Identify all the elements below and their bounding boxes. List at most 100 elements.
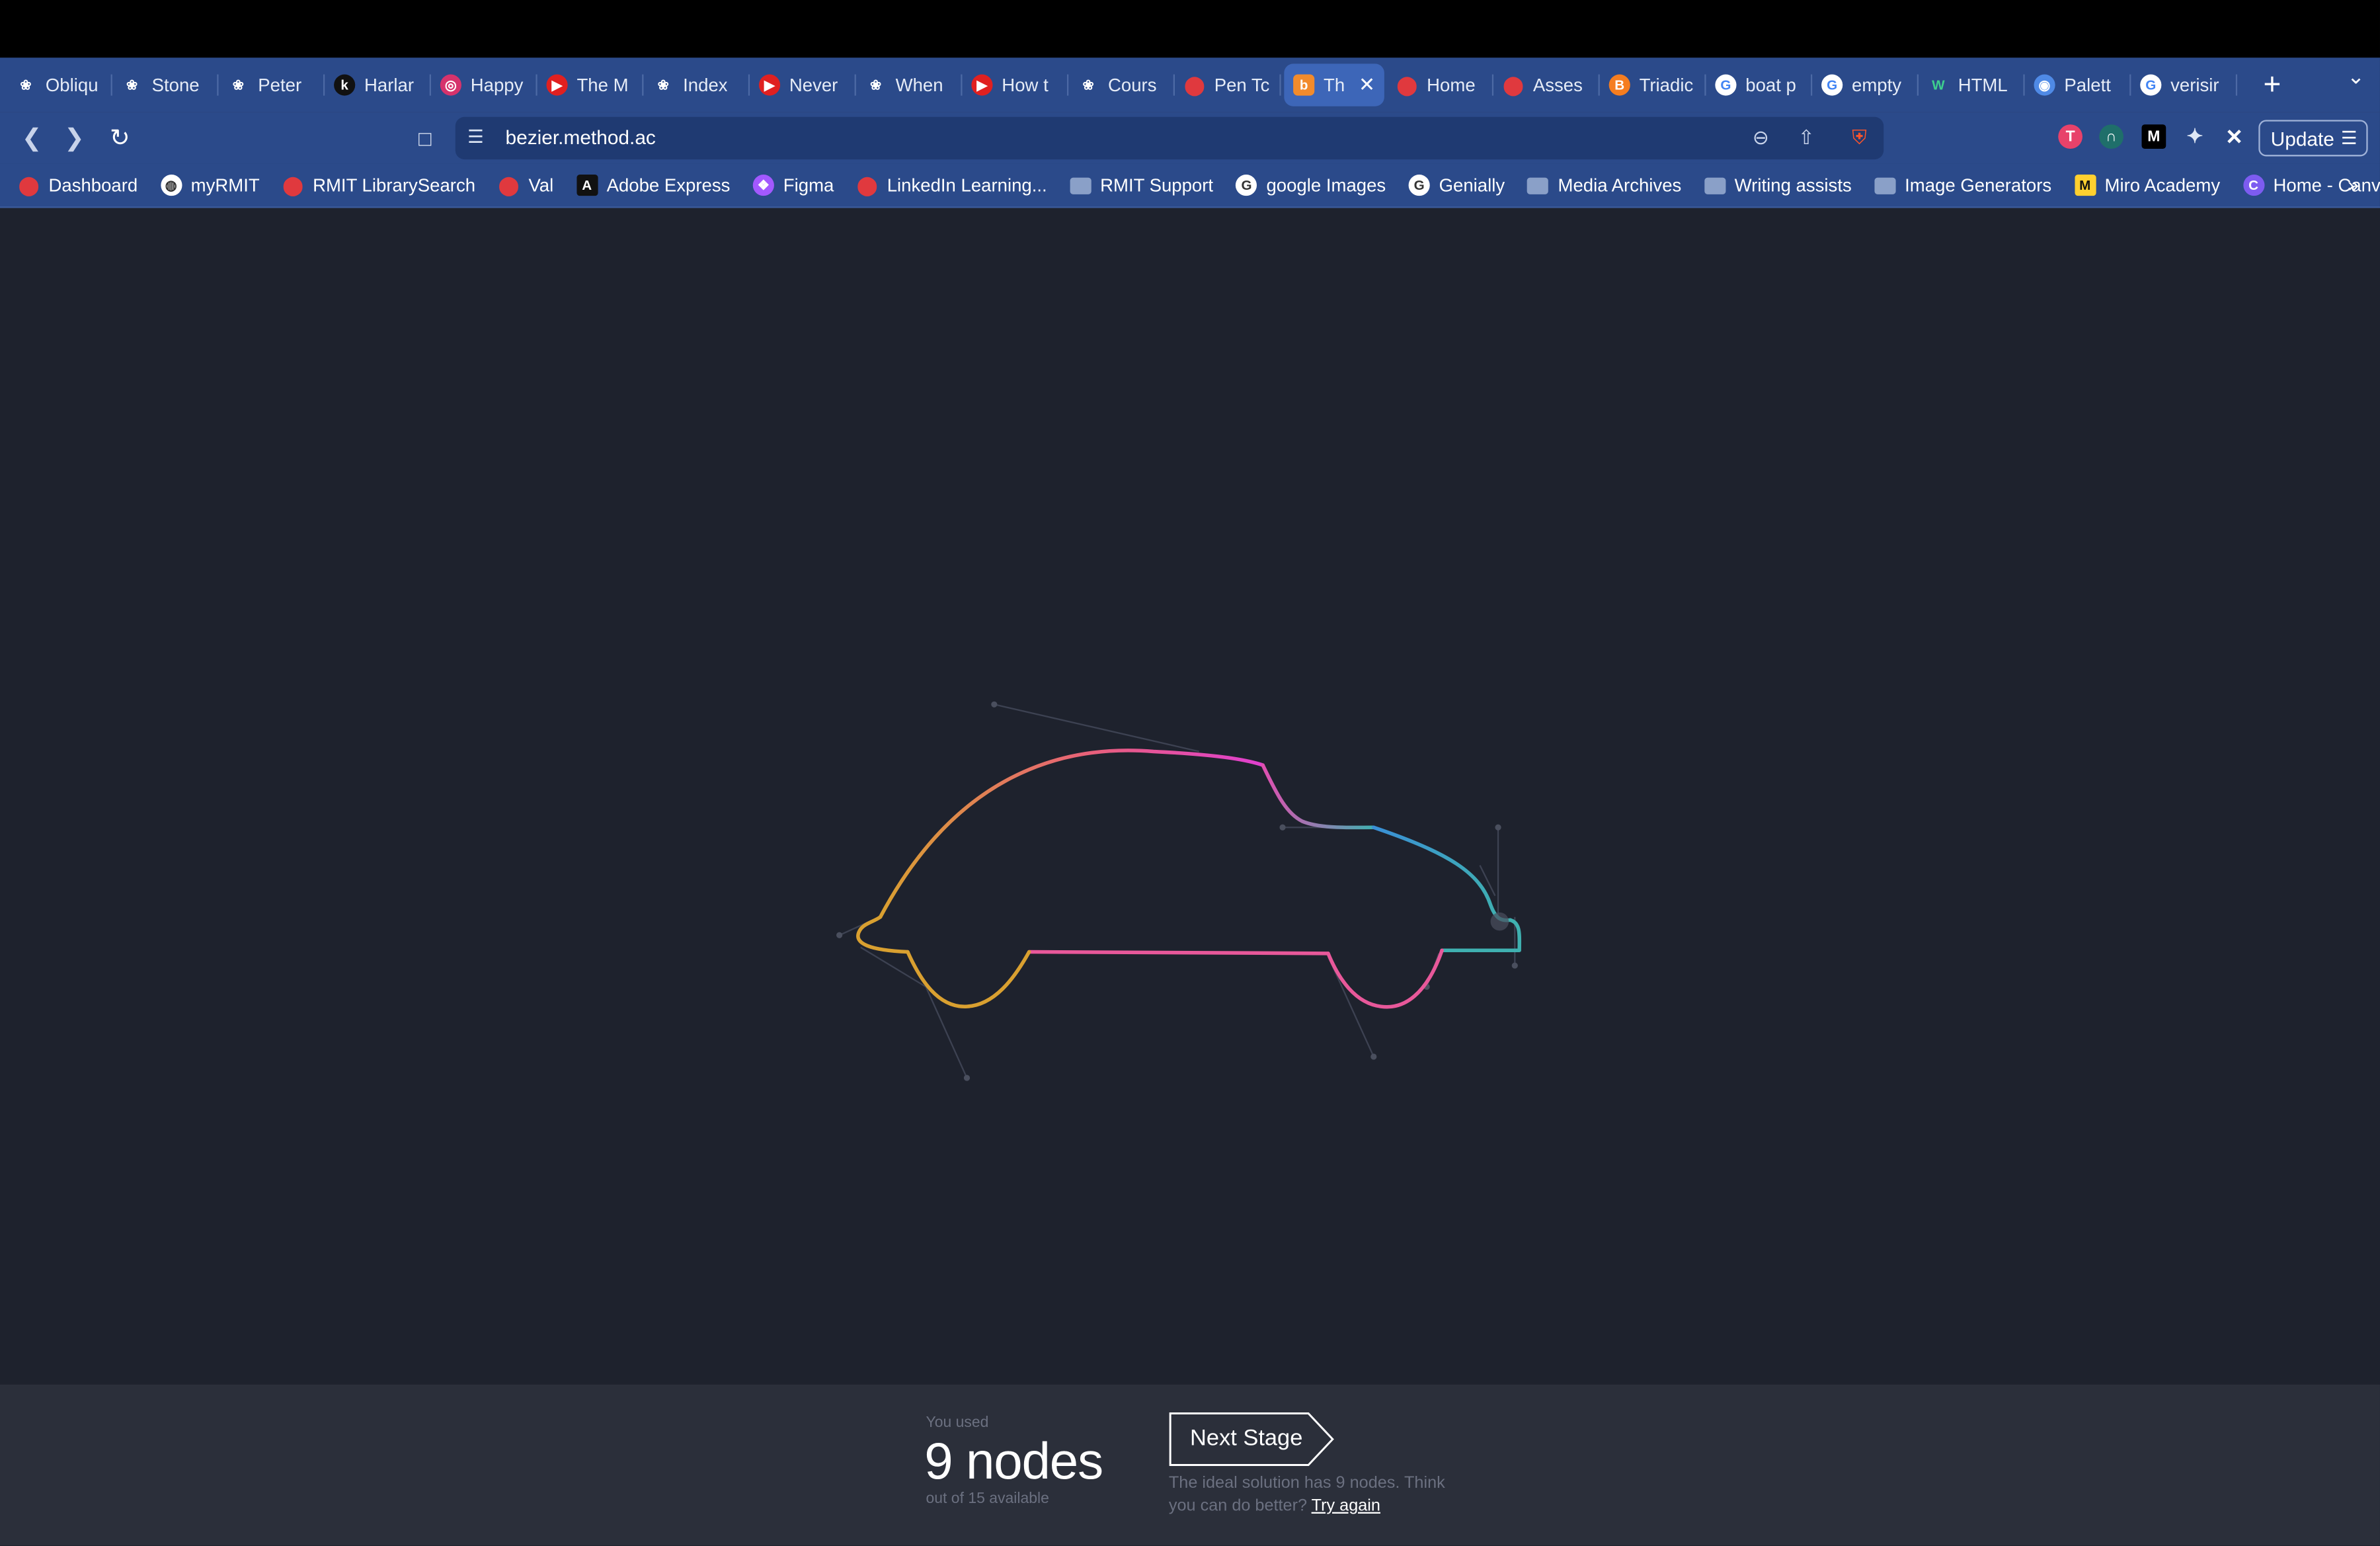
tab-17[interactable]: Gempty	[1812, 63, 1919, 106]
bookmark-13[interactable]: M Miro Academy	[2074, 175, 2220, 196]
bookmark-1[interactable]: ◍ myRMIT	[160, 175, 260, 196]
bookmark-14[interactable]: C Home - Canva	[2242, 175, 2380, 196]
tab-7[interactable]: ▶ Never	[750, 63, 856, 106]
tab-16[interactable]: Gboat p	[1706, 63, 1813, 106]
openai-icon: ❀	[232, 76, 245, 92]
more-bookmarks-icon[interactable]: »	[2348, 173, 2359, 196]
extensions-puzzle-icon[interactable]: ✦	[2183, 124, 2207, 149]
segment-front-wheel[interactable]	[1326, 948, 1444, 1009]
menu-icon[interactable]: ☰	[2341, 128, 2358, 149]
tab-title: Home	[1427, 74, 1476, 96]
tab-1[interactable]: ❀ Stone	[112, 63, 219, 106]
bookmark-7[interactable]: RMIT Support	[1070, 175, 1213, 196]
tab-title: Harlar	[364, 74, 415, 96]
reload-icon[interactable]: ↻	[103, 122, 137, 155]
drawing-canvas[interactable]	[0, 209, 2380, 1385]
tab-list-chevron-icon[interactable]: ⌄	[2347, 63, 2365, 89]
tab-11[interactable]: ⬤ Pen Tc	[1175, 63, 1281, 106]
blogger-icon: B	[1608, 74, 1630, 96]
tab-9[interactable]: ▶ How t	[963, 63, 1069, 106]
globe-icon: ◍	[160, 175, 182, 196]
address-bar[interactable]: ☰ bezier.method.ac ⊖ ⇧ ⛨	[455, 116, 1884, 160]
tab-0[interactable]: ❀ Obliqu	[6, 63, 112, 106]
rmit-icon: ⬤	[1503, 74, 1524, 96]
tab-20[interactable]: Gverisir	[2131, 63, 2238, 106]
segment-rear-wheel[interactable]	[906, 950, 1031, 1008]
extension-t-icon[interactable]: T	[2058, 124, 2082, 149]
bookmark-label: Genially	[1439, 175, 1505, 196]
bookmark-4[interactable]: A Adobe Express	[576, 175, 731, 196]
bookmark-5[interactable]: ❖ Figma	[752, 175, 834, 196]
try-again-link[interactable]: Try again	[1312, 1497, 1380, 1516]
next-stage-button[interactable]: Next Stage	[1169, 1412, 1336, 1467]
tab-19[interactable]: ◉ Palett	[2025, 63, 2131, 106]
back-icon[interactable]: ❮	[15, 122, 49, 155]
segment-hood[interactable]	[1372, 825, 1513, 922]
bookmark-icon[interactable]: □	[410, 122, 440, 155]
bookmark-2[interactable]: ⬤ RMIT LibrarySearch	[282, 175, 475, 196]
zoom-out-icon[interactable]: ⊖	[1747, 124, 1774, 151]
tab-title: Triadic	[1639, 74, 1694, 96]
brave-shield-icon[interactable]: ⛨	[1846, 124, 1873, 151]
bookmark-11[interactable]: Writing assists	[1704, 175, 1852, 196]
tab-8[interactable]: ❀ When	[856, 63, 963, 106]
youtube-icon: ▶	[971, 74, 993, 96]
available-nodes: out of 15 available	[926, 1490, 1049, 1508]
bookmark-label: Dashboard	[48, 175, 138, 196]
tab-title: empty	[1851, 74, 1902, 96]
folder-icon	[1704, 177, 1726, 194]
url-text[interactable]: bezier.method.ac	[506, 126, 656, 149]
extension-m-icon[interactable]: M	[2141, 124, 2166, 149]
selected-node[interactable]	[1490, 912, 1509, 931]
miro-icon: M	[2074, 175, 2096, 196]
bookmark-9[interactable]: G Genially	[1408, 175, 1505, 196]
car-outline-path[interactable]	[856, 749, 1522, 1009]
forward-icon[interactable]: ❯	[58, 122, 91, 155]
bookmark-10[interactable]: Media Archives	[1527, 175, 1681, 196]
share-icon[interactable]: ⇧	[1792, 124, 1819, 151]
site-settings-icon[interactable]: ☰	[467, 126, 492, 151]
bookmark-6[interactable]: ⬤ LinkedIn Learning...	[857, 175, 1047, 196]
chrome-icon: ◉	[2034, 74, 2055, 96]
openai-icon: ❀	[126, 76, 138, 92]
segment-bottom[interactable]	[1027, 950, 1330, 956]
bookmark-label: Val	[528, 175, 554, 196]
tab-3[interactable]: k Harlar	[325, 63, 432, 106]
folder-icon	[1874, 177, 1896, 194]
tab-10[interactable]: ❀ Cours	[1068, 63, 1175, 106]
browser-toolbar: ❮ ❯ ↻ □ ☰ bezier.method.ac ⊖ ⇧ ⛨ T ∩ M ✦…	[0, 112, 2380, 164]
tab-2[interactable]: ❀ Peter	[219, 63, 325, 106]
bookmark-3[interactable]: ⬤ Val	[498, 175, 554, 196]
bookmark-label: Image Generators	[1905, 175, 2052, 196]
rmit-icon: ⬤	[857, 175, 878, 196]
tab-strip: ❀ Obliqu ❀ Stone ❀ Peter k Harlar ◎ Happy ▶ The M ❀ I…	[0, 58, 2380, 112]
tab-4[interactable]: ◎ Happy	[431, 63, 537, 106]
bookmark-0[interactable]: ⬤ Dashboard	[19, 175, 138, 196]
folder-icon	[1527, 177, 1549, 194]
close-tab-icon[interactable]: ✕	[1359, 73, 1375, 97]
segment-windshield[interactable]	[1261, 763, 1376, 830]
bookmark-label: Figma	[783, 175, 834, 196]
ideal-text: The ideal solution has 9 nodes. Think yo…	[1168, 1474, 1445, 1516]
car-bezier-drawing[interactable]	[0, 210, 2380, 1385]
bookmark-12[interactable]: Image Generators	[1874, 175, 2051, 196]
new-tab-icon[interactable]: +	[2250, 63, 2295, 106]
tab-5[interactable]: ▶ The M	[537, 63, 644, 106]
tab-title: verisir	[2170, 74, 2219, 96]
bookmark-8[interactable]: Ggoogle Images	[1236, 175, 1386, 196]
bezier-handles[interactable]	[839, 704, 1516, 1078]
update-button[interactable]: Update ☰	[2258, 120, 2368, 157]
tab-14[interactable]: ⬤ Asses	[1493, 63, 1600, 106]
handle-points[interactable]	[836, 701, 1518, 1081]
tab-13[interactable]: ⬤ Home	[1387, 63, 1494, 106]
tab-title: boat p	[1745, 74, 1796, 96]
tab-12[interactable]: b Th ✕	[1284, 63, 1384, 106]
bookmark-label: Adobe Express	[606, 175, 731, 196]
close-sidebar-icon[interactable]: ✕	[2222, 124, 2246, 149]
tab-18[interactable]: W HTML	[1919, 63, 2025, 106]
segment-roof[interactable]	[878, 749, 1265, 919]
segment-rear-bumper[interactable]	[856, 915, 910, 954]
tab-15[interactable]: B Triadic	[1600, 63, 1706, 106]
tab-6[interactable]: ❀ Index	[643, 63, 750, 106]
extension-arc-icon[interactable]: ∩	[2099, 124, 2123, 149]
